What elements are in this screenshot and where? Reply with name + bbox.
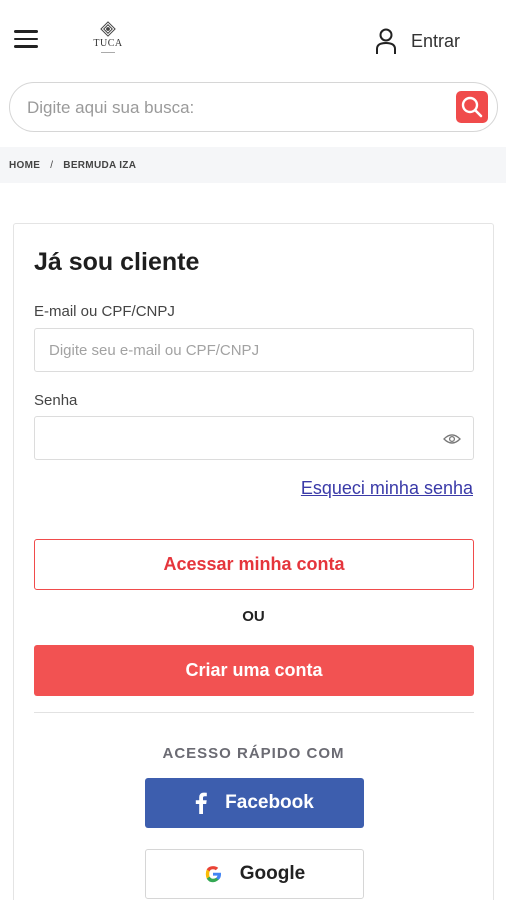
facebook-login-button[interactable]: Facebook	[145, 778, 364, 828]
create-account-button[interactable]: Criar uma conta	[34, 645, 474, 696]
search-bar	[9, 82, 498, 132]
login-title: Já sou cliente	[34, 248, 200, 276]
facebook-label: Facebook	[225, 792, 314, 813]
or-separator-text: OU	[242, 608, 265, 625]
login-label: Entrar	[410, 30, 460, 51]
google-label: Google	[239, 863, 306, 884]
email-field	[34, 328, 474, 372]
google-icon	[204, 865, 222, 883]
email-label: E-mail ou CPF/CNPJ	[34, 303, 175, 320]
section-divider	[34, 712, 474, 713]
password-input[interactable]	[35, 417, 473, 459]
access-account-button[interactable]: Acessar minha conta	[34, 539, 474, 590]
site-header: TUCA Entrar	[0, 0, 506, 80]
quick-access-label: ACESSO RÁPIDO COM	[162, 745, 345, 762]
search-button[interactable]	[456, 91, 488, 123]
breadcrumb: HOME / BERMUDA IZA	[0, 147, 506, 183]
breadcrumb-current[interactable]: BERMUDA IZA	[63, 160, 136, 171]
password-label: Senha	[34, 392, 78, 409]
login-link[interactable]: Entrar	[375, 27, 460, 55]
logo-underline	[101, 52, 115, 53]
logo-emblem-icon	[100, 21, 116, 37]
facebook-icon	[195, 792, 207, 814]
show-password-eye-icon[interactable]	[443, 432, 461, 446]
hamburger-menu-icon[interactable]	[14, 30, 38, 50]
search-input[interactable]	[27, 96, 447, 120]
forgot-password-link[interactable]: Esqueci minha senha	[301, 478, 473, 499]
breadcrumb-separator: /	[50, 159, 54, 171]
email-input[interactable]	[35, 329, 473, 371]
logo-text: TUCA	[93, 38, 123, 49]
google-login-button[interactable]: Google	[145, 849, 364, 899]
password-field	[34, 416, 474, 460]
user-icon	[375, 28, 396, 54]
brand-logo[interactable]: TUCA	[82, 20, 134, 62]
breadcrumb-home[interactable]: HOME	[9, 160, 40, 171]
search-icon	[461, 96, 483, 118]
login-card: Já sou cliente E-mail ou CPF/CNPJ Senha …	[13, 223, 494, 900]
